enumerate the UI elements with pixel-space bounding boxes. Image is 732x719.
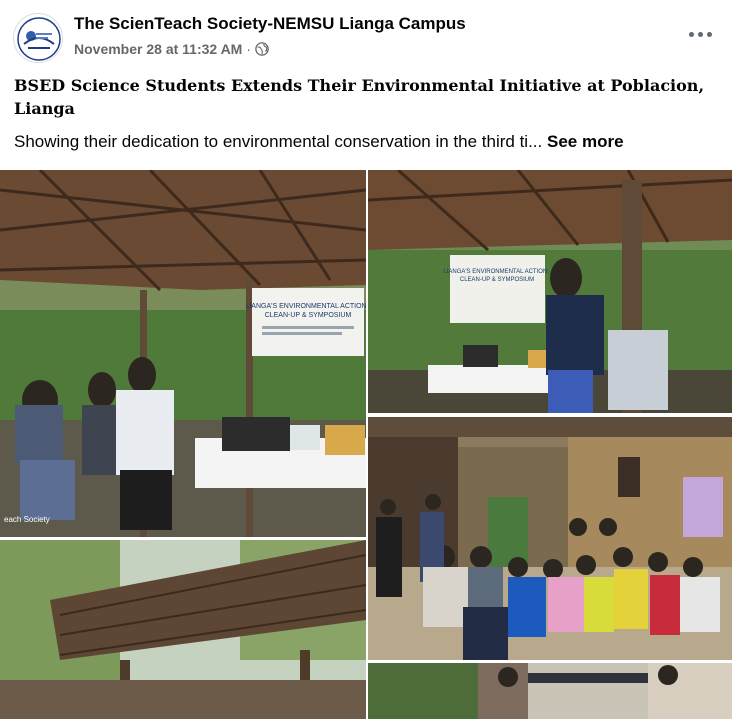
see-more-link[interactable]: See more: [547, 132, 624, 151]
photo1-watermark: each Society: [4, 515, 50, 524]
photo-grid: LIANGA'S ENVIRONMENTAL ACTION: CLEAN-UP …: [0, 170, 732, 719]
post-header: The ScienTeach Society-NEMSU Lianga Camp…: [0, 0, 732, 68]
photo-hut-roof[interactable]: [0, 540, 366, 719]
post-body-text: Showing their dedication to environmenta…: [14, 132, 543, 151]
meta-separator: ·: [246, 41, 252, 57]
photo-cleanup-partial[interactable]: [368, 663, 732, 719]
photo-children-group[interactable]: [368, 417, 732, 660]
page-avatar[interactable]: [13, 13, 63, 63]
post-meta: November 28 at 11:32 AM ·: [74, 41, 269, 57]
post-timestamp[interactable]: November 28 at 11:32 AM: [74, 41, 242, 57]
photo-students-hut[interactable]: LIANGA'S ENVIRONMENTAL ACTION: CLEAN-UP …: [0, 170, 366, 537]
more-options-icon[interactable]: [682, 20, 718, 48]
page-name-link[interactable]: The ScienTeach Society-NEMSU Lianga Camp…: [74, 14, 466, 34]
photo-speaker[interactable]: LIANGA'S ENVIRONMENTAL ACTION: CLEAN-UP …: [368, 170, 732, 413]
post-title: BSED Science Students Extends Their Envi…: [14, 76, 705, 118]
post-body: Showing their dedication to environmenta…: [14, 132, 724, 152]
globe-icon[interactable]: [255, 42, 269, 56]
